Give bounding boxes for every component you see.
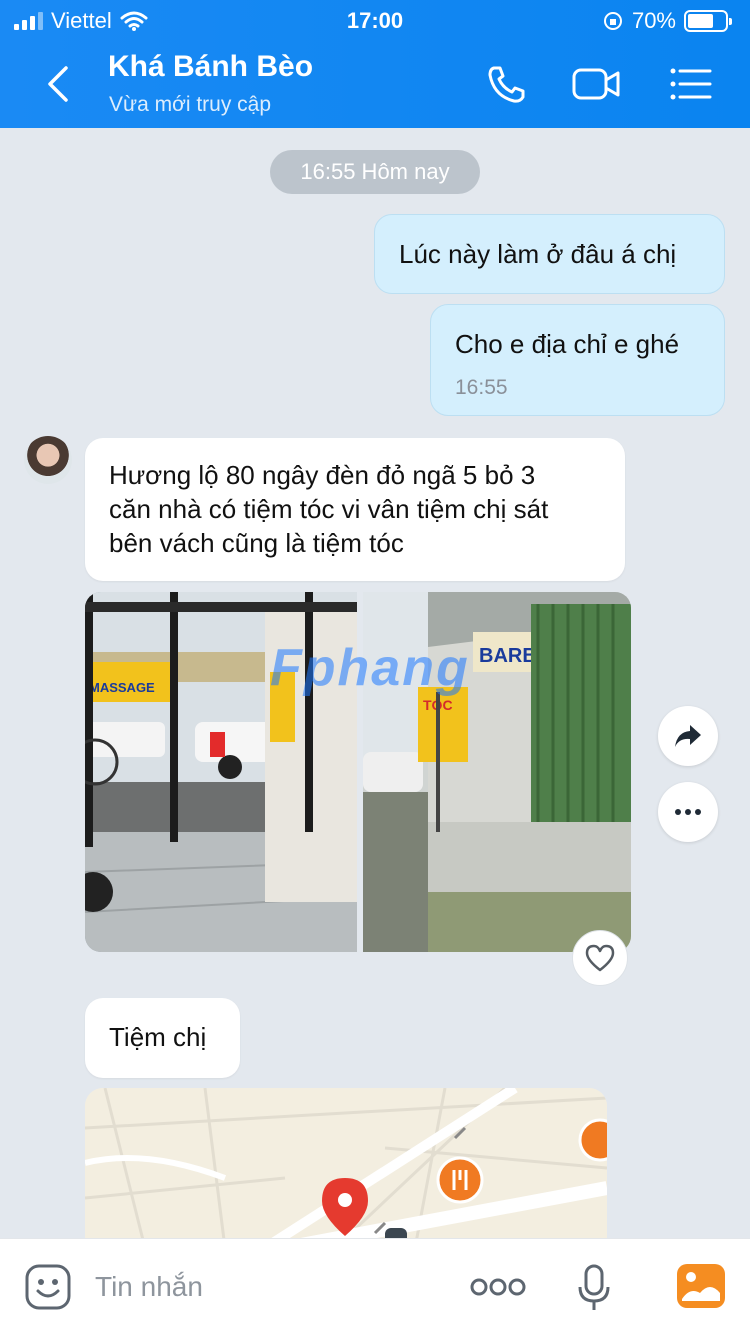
message-outgoing[interactable]: Cho e địa chỉ e ghé 16:55 bbox=[430, 304, 725, 416]
location-map[interactable] bbox=[85, 1088, 607, 1238]
react-heart-button[interactable] bbox=[572, 930, 628, 986]
watermark-text: Fphang bbox=[270, 639, 470, 697]
sign-text: MASSAGE bbox=[89, 680, 155, 695]
status-bar: Viettel 17:00 70% bbox=[0, 0, 750, 40]
battery-percent: 70% bbox=[631, 8, 676, 33]
status-right: 70% bbox=[602, 8, 732, 34]
message-time: 16:55 bbox=[455, 376, 508, 399]
message-text: Lúc này làm ở đâu á chị bbox=[399, 239, 677, 269]
more-options-icon[interactable] bbox=[470, 1275, 526, 1299]
emoji-sticker-icon[interactable] bbox=[24, 1263, 72, 1311]
time-divider: 16:55 Hôm nay bbox=[270, 150, 480, 194]
restaurant-pin-icon bbox=[436, 1156, 484, 1204]
avatar[interactable] bbox=[24, 436, 72, 484]
more-options-button[interactable] bbox=[658, 782, 718, 842]
message-list[interactable]: 16:55 Hôm nay Lúc này làm ở đâu á chị Ch… bbox=[0, 128, 750, 1238]
heart-icon bbox=[585, 944, 615, 972]
message-text: Cho e địa chỉ e ghé bbox=[455, 329, 680, 359]
video-call-icon[interactable] bbox=[572, 62, 622, 106]
contact-name[interactable]: Khá Bánh Bèo bbox=[108, 50, 313, 84]
message-text-line: bên vách cũng là tiệm tóc bbox=[109, 528, 404, 558]
more-dots-icon bbox=[675, 809, 701, 815]
image-gallery-icon[interactable] bbox=[676, 1263, 726, 1309]
microphone-icon[interactable] bbox=[576, 1263, 612, 1313]
share-arrow-icon bbox=[675, 725, 701, 747]
message-text: Tiệm chị bbox=[109, 1022, 207, 1052]
contact-status: Vừa mới truy cập bbox=[109, 93, 272, 116]
message-incoming[interactable]: Tiệm chị bbox=[85, 998, 240, 1078]
forward-button[interactable] bbox=[658, 706, 718, 766]
message-text-line: căn nhà có tiệm tóc vi vân tiệm chị sát bbox=[109, 494, 549, 524]
menu-list-icon[interactable] bbox=[666, 62, 716, 106]
message-outgoing[interactable]: Lúc này làm ở đâu á chị bbox=[374, 214, 725, 294]
message-input[interactable]: Tin nhắn bbox=[95, 1271, 203, 1303]
message-incoming[interactable]: Hương lộ 80 ngây đèn đỏ ngã 5 bỏ 3 căn n… bbox=[85, 438, 625, 581]
chat-header: Viettel 17:00 70% Khá Bánh Bèo Vừa mới t… bbox=[0, 0, 750, 128]
rotation-lock-icon bbox=[603, 12, 622, 30]
battery-icon bbox=[684, 10, 732, 32]
restaurant-pin-icon bbox=[578, 1118, 607, 1162]
message-input-bar: Tin nhắn bbox=[0, 1238, 750, 1334]
back-arrow-icon[interactable] bbox=[40, 62, 80, 106]
message-text-line: Hương lộ 80 ngây đèn đỏ ngã 5 bỏ 3 bbox=[109, 460, 536, 490]
phone-call-icon[interactable] bbox=[482, 62, 532, 106]
